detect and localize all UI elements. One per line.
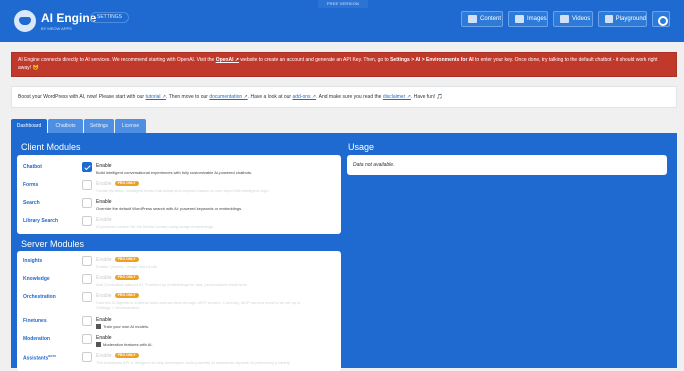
top-header: FREE VERSION AI Engine BY MEOW APPS SETT… [0,0,684,42]
client-modules-title: Client Modules [21,142,81,152]
library-search-enable-checkbox[interactable] [82,216,92,226]
search-enable-checkbox[interactable] [82,198,92,208]
dashboard-panel: Client Modules Chatbot Enable Build inte… [11,133,677,371]
tab-chatbots[interactable]: Chatbots [48,119,83,133]
videos-icon [560,15,569,23]
tab-dashboard[interactable]: Dashboard [11,119,47,133]
pro-only-badge: PRO ONLY [114,275,139,281]
nav-images-button[interactable]: Images [508,11,548,27]
forms-enable-checkbox[interactable] [82,180,92,190]
documentation-link[interactable]: documentation ↗ [209,94,247,100]
chatbot-enable-checkbox[interactable] [82,162,92,172]
free-version-tag: FREE VERSION [318,0,368,8]
pro-only-badge: PRO ONLY [114,293,139,299]
playground-icon [605,15,613,23]
pro-only-badge: PRO ONLY [114,257,139,263]
images-icon [515,15,524,23]
welcome-info: Boost your WordPress with AI, now! Pleas… [11,86,677,108]
tab-settings[interactable]: Settings [84,119,114,133]
knowledge-enable-checkbox[interactable] [82,274,92,284]
usage-card: Data not available. [347,155,667,175]
tab-license[interactable]: License [115,119,146,133]
nav-videos-button[interactable]: Videos [553,11,593,27]
finetune-icon [96,324,101,330]
ai-engine-logo-icon [14,10,36,32]
disclaimer-link[interactable]: disclaimer ↗ [383,94,411,100]
server-modules-title: Server Modules [21,239,85,249]
moderation-enable-checkbox[interactable] [82,334,92,344]
finetunes-enable-checkbox[interactable] [82,316,92,326]
app-subtitle: BY MEOW APPS [41,26,72,31]
client-modules-card: Chatbot Enable Build intelligent convers… [17,155,341,234]
app-title: AI Engine [41,11,97,25]
settings-path: Settings > AI > Environments for AI [390,57,474,63]
settings-button[interactable]: SETTINGS [90,12,130,23]
pro-only-badge: PRO ONLY [114,353,139,359]
server-modules-card: Insights Enable PRO ONLY Enable Queries, … [17,251,341,371]
usage-title: Usage [348,142,375,152]
tutorial-link[interactable]: tutorial ↗ [145,94,166,100]
pro-only-badge: PRO ONLY [114,181,139,187]
orchestration-enable-checkbox[interactable] [82,292,92,302]
openai-setup-alert: AI Engine connects directly to AI servic… [11,52,677,77]
moderation-icon [96,342,101,348]
content-icon [468,15,477,23]
openai-link[interactable]: OpenAI ↗ [216,57,239,63]
nav-playground-button[interactable]: Playground [598,11,647,27]
insights-enable-checkbox[interactable] [82,256,92,266]
assistants-enable-checkbox[interactable] [82,352,92,362]
nav-content-button[interactable]: Content [461,11,503,27]
addons-link[interactable]: add-ons ↗ [292,94,316,100]
wrench-icon[interactable] [652,11,670,27]
